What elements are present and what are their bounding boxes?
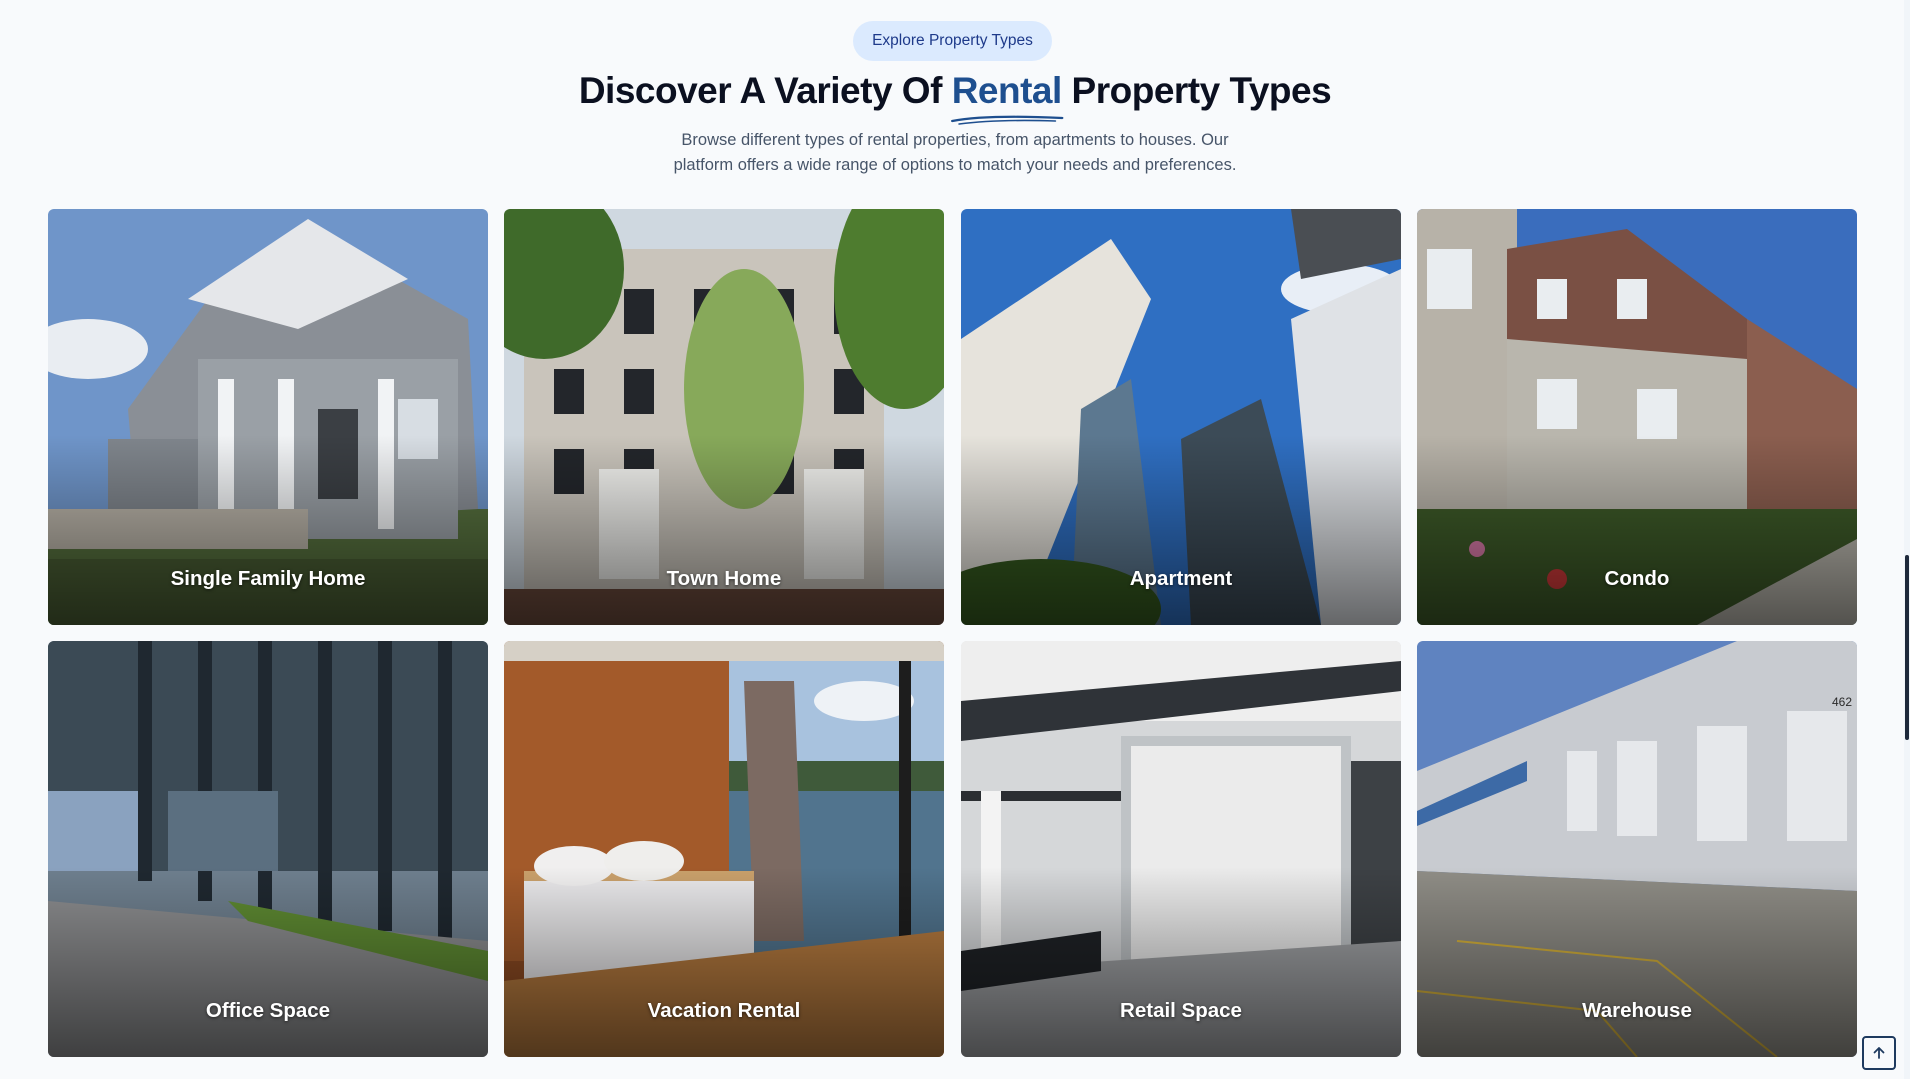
section-heading: Discover A Variety Of Rental Property Ty…: [0, 66, 1910, 125]
property-card-vacation-rental[interactable]: Vacation Rental: [504, 641, 944, 1057]
underline-squiggle-icon: [950, 115, 1064, 125]
card-gradient-overlay: [504, 867, 944, 1057]
card-label: Apartment: [1129, 567, 1233, 590]
heading-text-after: Property Types: [1061, 70, 1332, 111]
card-label: Office Space: [205, 999, 331, 1022]
scrollbar-thumb[interactable]: [1905, 555, 1909, 740]
heading-accent-text: Rental: [951, 70, 1063, 111]
property-card-retail-space[interactable]: Retail Space: [961, 641, 1401, 1057]
card-label: Retail Space: [1120, 999, 1242, 1022]
heading-accent-word: Rental: [950, 66, 1064, 125]
card-gradient-overlay: [504, 435, 944, 625]
svg-text:462: 462: [1832, 695, 1852, 709]
property-card-town-home[interactable]: Town Home: [504, 209, 944, 625]
card-label: Vacation Rental: [647, 999, 801, 1022]
property-card-office-space[interactable]: Office Space: [48, 641, 488, 1057]
subtitle-line-1: Browse different types of rental propert…: [681, 131, 1229, 149]
card-gradient-overlay: [48, 435, 488, 625]
property-card-warehouse[interactable]: 462 Warehouse: [1417, 641, 1857, 1057]
card-gradient-overlay: [961, 435, 1401, 625]
card-label: Single Family Home: [170, 567, 366, 590]
scrollbar-track[interactable]: [1904, 0, 1910, 1079]
arrow-up-icon: [1873, 1047, 1885, 1059]
scroll-to-top-button[interactable]: [1862, 1036, 1896, 1070]
property-types-section: Explore Property Types Discover A Variet…: [0, 0, 1910, 1079]
card-label: Town Home: [666, 567, 782, 590]
card-gradient-overlay: [1417, 435, 1857, 625]
heading-text-before: Discover A Variety Of: [578, 70, 952, 111]
section-subtitle: Browse different types of rental propert…: [645, 128, 1265, 177]
property-card-single-family-home[interactable]: Single Family Home: [48, 209, 488, 625]
card-label: Condo: [1604, 567, 1670, 590]
section-pill-badge: Explore Property Types: [853, 21, 1052, 61]
card-gradient-overlay: [961, 867, 1401, 1057]
property-card-apartment[interactable]: Apartment: [961, 209, 1401, 625]
card-label: Warehouse: [1582, 999, 1692, 1022]
subtitle-line-2: platform offers a wide range of options …: [673, 155, 1237, 174]
card-gradient-overlay: [48, 867, 488, 1057]
property-card-condo[interactable]: Condo: [1417, 209, 1857, 625]
card-gradient-overlay: [1417, 867, 1857, 1057]
